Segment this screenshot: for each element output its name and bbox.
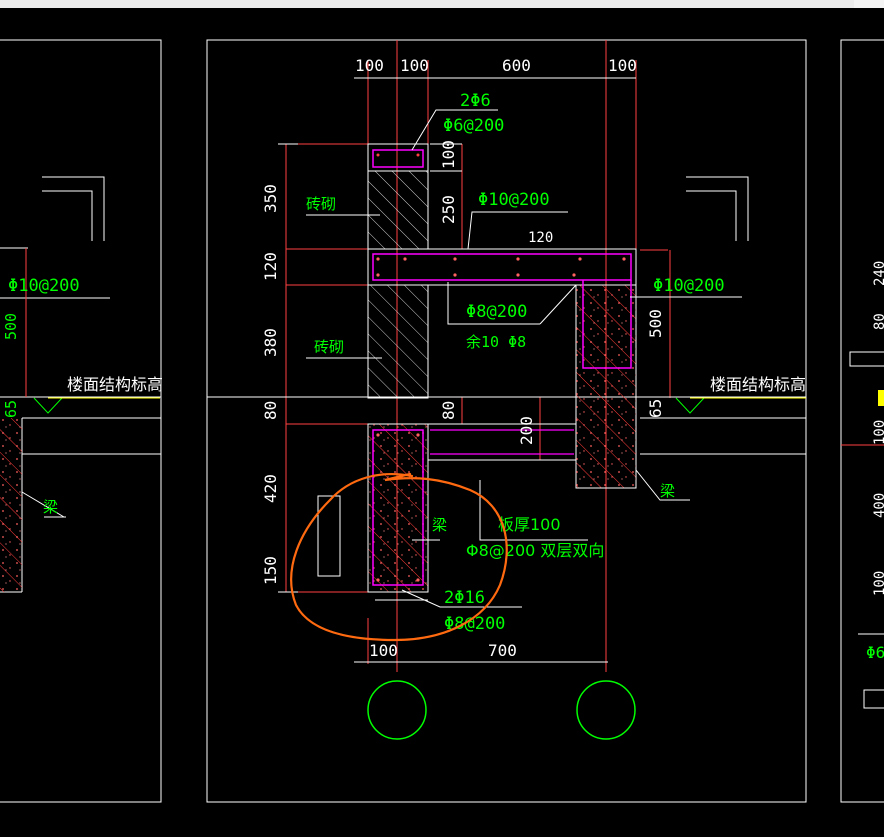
beam-dots [368,424,428,592]
left-wall-dots [0,418,22,592]
far-dim-80: 80 [872,313,884,330]
right-level-symbol [675,397,705,414]
far-dim-100: 100 [872,420,884,445]
label-slab-top-bar: Φ10@200 [478,190,550,210]
left-beam-label: 梁 [43,498,58,516]
label-masonry-2: 砖砌 [314,338,344,356]
left-panel: Φ10@200 500 65 楼面结构标高 梁 [0,176,163,593]
label-beam-mid: 梁 [432,516,447,534]
window-top-bar [0,0,884,8]
label-2phi6: 2Φ6 [460,91,491,111]
dim-top-1: 100 [355,56,384,75]
label-stirrup-top: Φ6@200 [443,116,504,136]
label-masonry-1: 砖砌 [306,195,336,213]
masonry-upper [367,170,429,250]
dim-left-350: 350 [261,184,280,213]
dim-left-150: 150 [261,556,280,585]
dim-inner-200: 200 [517,416,536,445]
dimension-lines [207,40,806,672]
label-far-right-phi: Φ6 [866,643,884,662]
dim-top-4: 100 [608,56,637,75]
dim-left-380: 380 [261,328,280,357]
dim-inner-120: 120 [528,230,553,246]
dim-top-3: 600 [502,56,531,75]
left-dim-500: 500 [2,313,20,340]
label-right-wall-bar: Φ10@200 [653,276,725,296]
far-dim-240: 240 [872,261,884,286]
far-dim-100b: 100 [872,571,884,596]
left-floor-level-label: 楼面结构标高 [67,375,163,394]
right-ref-mark [686,176,749,241]
dim-inner-250: 250 [439,195,458,224]
slab-rebar [372,253,632,281]
right-floor-level-label: 楼面结构标高 [710,375,806,394]
left-bar-label: Φ10@200 [8,276,80,296]
dim-left-420: 420 [261,474,280,503]
dim-right-500: 500 [646,309,665,338]
far-dim-400: 400 [872,493,884,518]
label-bottom-bar: 2Φ16 [444,588,485,608]
left-dim-65: 65 [2,400,20,418]
label-slab-double: Φ8@200 双层双向 [466,541,604,560]
dim-top-2: 100 [400,56,429,75]
grid-axis-circle-left [367,680,427,740]
dim-inner-100: 100 [439,140,458,169]
cap-rebar [372,149,424,168]
dim-bottom-2: 700 [488,641,517,660]
label-beam-right: 梁 [660,482,675,500]
window-top-bar-segment [854,0,884,8]
right-wall-dots [576,285,636,488]
masonry-lower [367,284,429,399]
dim-inner-80: 80 [439,401,458,420]
grid-axis-circle-right [576,680,636,740]
label-slab-thickness: 板厚100 [498,515,561,534]
center-frame [206,39,807,803]
left-level-symbol [33,397,63,414]
dim-left-80: 80 [261,401,280,420]
dim-left-120: 120 [261,252,280,281]
label-slab-bar: Φ8@200 [466,302,527,322]
dim-bottom-1: 100 [369,641,398,660]
dim-right-65: 65 [646,399,665,418]
left-frame [0,39,162,803]
label-slab-bar-2: 余10 Φ8 [466,333,526,351]
cad-drawing-canvas[interactable]: Φ10@200 500 65 楼面结构标高 梁 100 100 600 100 … [0,8,884,837]
